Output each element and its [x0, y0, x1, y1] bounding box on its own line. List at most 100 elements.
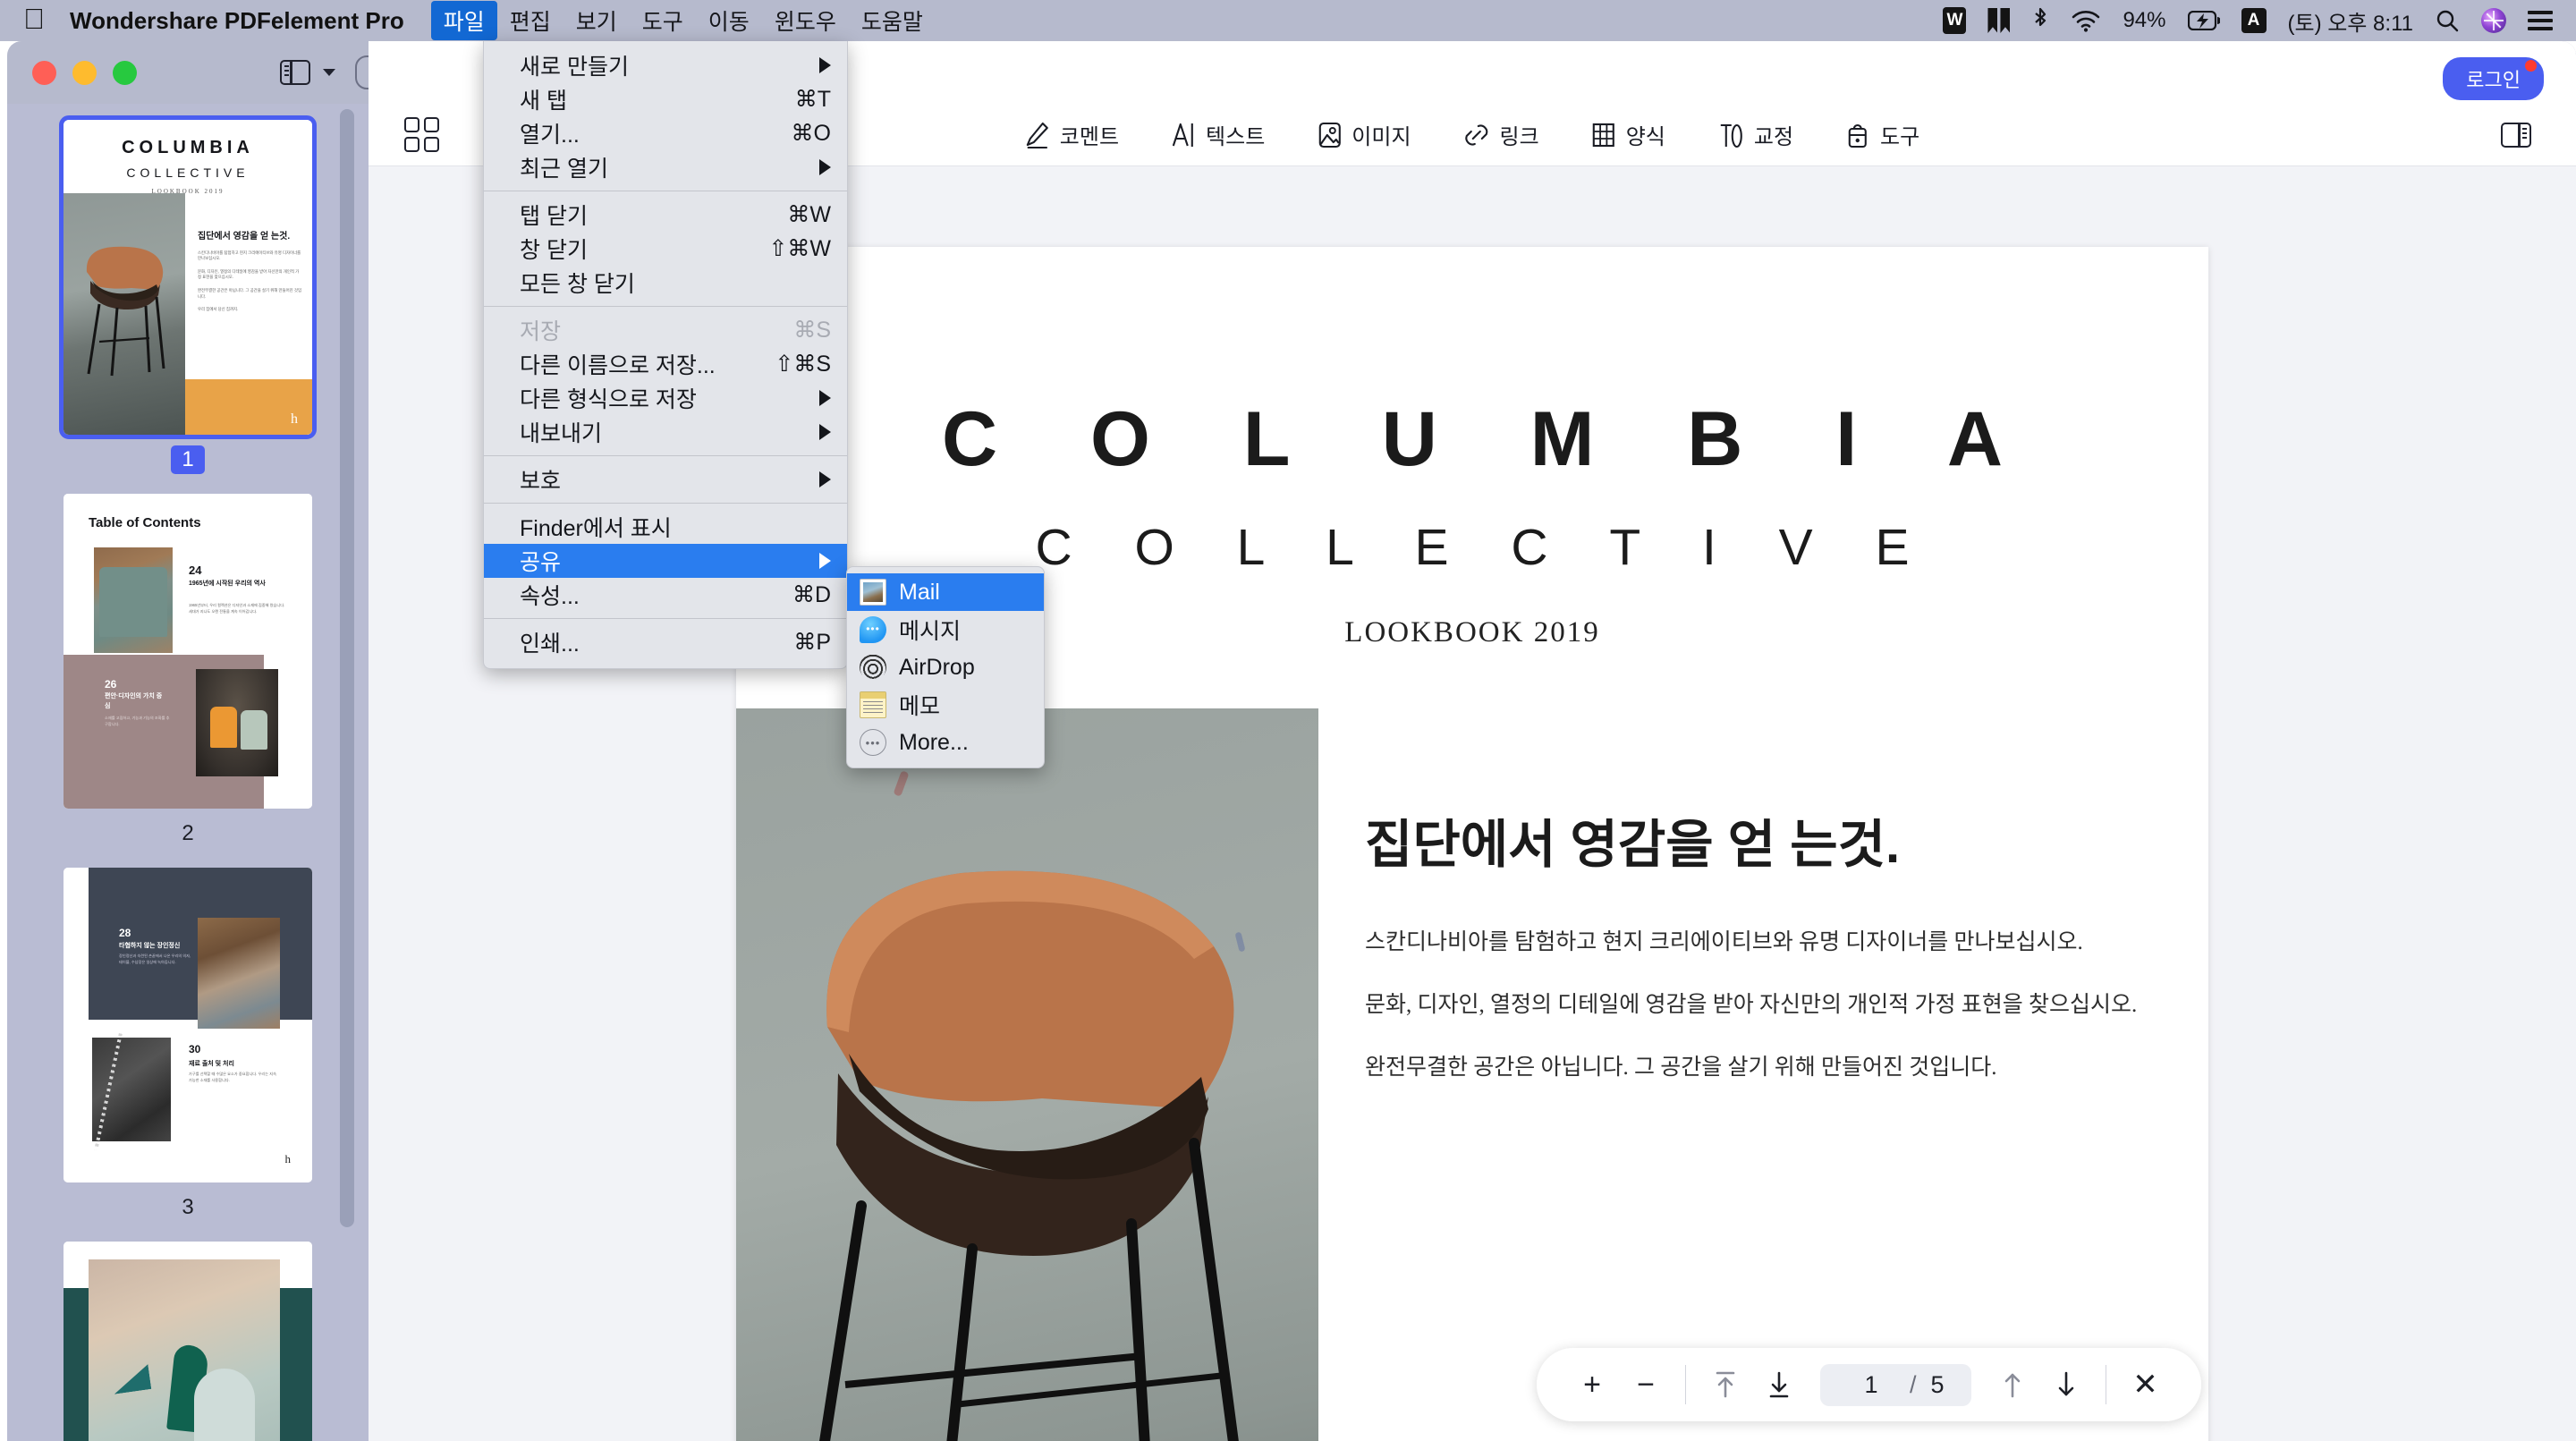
menu-item-show-in-finder[interactable]: Finder에서 표시: [484, 510, 847, 544]
thumb3-entry2-body: 가구를 선택할 때 수많은 요소가 중요합니다. 우리는 지속가능한 소재를 사…: [189, 1072, 276, 1082]
thumbnail-page-number-1: 1: [171, 445, 205, 474]
zoom-in-button[interactable]: +: [1567, 1360, 1617, 1410]
toolbar-text-button[interactable]: 텍스트: [1171, 119, 1265, 150]
thumb3-entry2-number: 30: [189, 1043, 201, 1055]
thumb1-para3: 완전무결한 공간은 아닙니다. 그 공간을 살기 위해 만들어진 것입니다.: [198, 287, 302, 299]
toolbar-comment-button[interactable]: 코멘트: [1025, 119, 1119, 150]
share-item-label: 메모: [899, 694, 941, 719]
menu-item-open-recent[interactable]: 최근 열기: [484, 150, 847, 184]
toolbar-image-label: 이미지: [1352, 125, 1411, 149]
thumb2-entry1-body: 1965년부터, 우리 컬렉션은 디자인과 소재에 집중해 왔습니다. 세대가 …: [189, 603, 285, 614]
menubar-item-help[interactable]: 도움말: [849, 1, 936, 40]
list-item[interactable]: COLUMBIA COLLECTIVE LOOKBOOK 2019 집단에서 영…: [7, 104, 369, 494]
menu-item-label: 탭 닫기: [520, 204, 588, 229]
comment-pen-icon: [1026, 122, 1048, 148]
search-icon[interactable]: [2435, 8, 2460, 33]
minimize-window-button[interactable]: [72, 60, 97, 85]
toolbar-form-button[interactable]: 양식: [1591, 119, 1665, 150]
battery-charging-icon[interactable]: [2187, 11, 2220, 30]
thumbnail-scrollbar[interactable]: [340, 109, 354, 1227]
apple-logo-icon[interactable]: : [23, 4, 45, 33]
menubar-item-file[interactable]: 파일: [430, 1, 497, 40]
wps-office-icon[interactable]: W: [1943, 7, 1967, 34]
menubar-item-edit[interactable]: 편집: [497, 1, 564, 40]
menu-item-protect[interactable]: 보호: [484, 462, 847, 496]
last-page-button[interactable]: [1754, 1360, 1804, 1410]
thumb1-title-line2: COLLECTIVE: [126, 165, 250, 180]
menu-item-export[interactable]: 내보내기: [484, 415, 847, 449]
share-item-more[interactable]: More...: [847, 724, 1044, 761]
share-item-airdrop[interactable]: AirDrop: [847, 648, 1044, 686]
menu-item-new-tab[interactable]: 새 탭 ⌘T: [484, 82, 847, 116]
menu-item-properties[interactable]: 속성... ⌘D: [484, 578, 847, 612]
toolbar-link-label: 링크: [1499, 125, 1539, 149]
share-item-notes[interactable]: 메모: [847, 686, 1044, 724]
menubar-item-tools[interactable]: 도구: [630, 1, 696, 40]
menu-item-label: 인쇄...: [520, 631, 580, 657]
menu-item-label: 창 닫기: [520, 238, 588, 263]
menu-item-close-all-windows[interactable]: 모든 창 닫기: [484, 266, 847, 300]
bluetooth-icon[interactable]: [2031, 7, 2049, 34]
thumbnail-page-2[interactable]: Table of Contents 24 1965년에 시작된 우리의 역사 1…: [64, 494, 312, 809]
menu-item-save-as[interactable]: 다른 이름으로 저장... ⇧⌘S: [484, 347, 847, 381]
share-item-messages[interactable]: 메시지: [847, 611, 1044, 648]
menu-item-share[interactable]: 공유: [484, 544, 847, 578]
thumb3-entry1-number: 28: [119, 927, 131, 939]
share-submenu[interactable]: Mail 메시지 AirDrop 메모 More...: [846, 566, 1045, 768]
page-number-field[interactable]: / 5: [1820, 1363, 1971, 1406]
wifi-icon[interactable]: [2071, 9, 2101, 32]
bookmarks-icon[interactable]: [1987, 8, 2011, 33]
menubar-item-view[interactable]: 보기: [564, 1, 630, 40]
close-window-button[interactable]: [32, 60, 56, 85]
share-item-mail[interactable]: Mail: [847, 573, 1044, 611]
more-icon: [860, 729, 886, 756]
thumbnail-page-1[interactable]: COLUMBIA COLLECTIVE LOOKBOOK 2019 집단에서 영…: [59, 115, 317, 439]
grid-view-button[interactable]: [404, 117, 440, 152]
chevron-right-icon: [819, 471, 831, 487]
list-item[interactable]: 4: [7, 1242, 369, 1441]
menu-item-open[interactable]: 열기... ⌘O: [484, 116, 847, 150]
toolbar-redact-label: 교정: [1753, 125, 1794, 149]
control-center-icon[interactable]: [2528, 11, 2553, 30]
menu-item-label: 보호: [520, 469, 562, 494]
input-source-icon[interactable]: A: [2241, 8, 2267, 33]
prev-page-button[interactable]: [1987, 1360, 2038, 1410]
menu-item-close-window[interactable]: 창 닫기 ⇧⌘W: [484, 232, 847, 266]
file-menu-dropdown[interactable]: 새로 만들기 새 탭 ⌘T 열기... ⌘O 최근 열기 탭 닫기 ⌘W 창 닫…: [483, 41, 848, 669]
next-page-button[interactable]: [2041, 1360, 2091, 1410]
document-page: C O L U M B I A C O L L E C T I V E LOOK…: [736, 247, 2208, 1441]
zoom-out-button[interactable]: −: [1621, 1360, 1671, 1410]
menu-item-print[interactable]: 인쇄... ⌘P: [484, 625, 847, 659]
menu-item-label: 새 탭: [520, 89, 567, 114]
thumbnail-page-4[interactable]: [64, 1242, 312, 1441]
menu-item-save-as-other[interactable]: 다른 형식으로 저장: [484, 381, 847, 415]
toolbar-image-button[interactable]: 이미지: [1317, 119, 1411, 150]
thumbnail-page-3[interactable]: 28 타협하지 않는 장인정신 장인정신과 숙련된 손끝에서 나온 우리의 의자…: [64, 868, 312, 1182]
sidebar-toggle-button[interactable]: [280, 60, 335, 85]
mail-icon: [860, 579, 886, 606]
first-page-button[interactable]: [1700, 1360, 1750, 1410]
toolbar-link-button[interactable]: 링크: [1463, 119, 1539, 150]
document-para1: 스칸디나비아를 탐험하고 현지 크리에이티브와 유명 디자이너를 만나보십시오.: [1365, 930, 2083, 955]
menu-item-new[interactable]: 새로 만들기: [484, 48, 847, 82]
total-pages-label: 5: [1930, 1370, 1945, 1398]
battery-percent-label: 94%: [2123, 8, 2166, 32]
list-item[interactable]: Table of Contents 24 1965년에 시작된 우리의 역사 1…: [7, 494, 369, 868]
siri-icon[interactable]: [2481, 8, 2506, 33]
maximize-window-button[interactable]: [113, 60, 137, 85]
menubar-clock[interactable]: (토) 오후 8:11: [2288, 5, 2414, 37]
current-page-input[interactable]: [1847, 1370, 1895, 1399]
right-panel-toggle-button[interactable]: [2501, 122, 2531, 148]
menubar-item-go[interactable]: 이동: [696, 1, 762, 40]
thumbnail-sidebar[interactable]: COLUMBIA COLLECTIVE LOOKBOOK 2019 집단에서 영…: [7, 104, 369, 1441]
menu-item-label: 최근 열기: [520, 157, 608, 182]
menubar-item-window[interactable]: 윈도우: [762, 1, 849, 40]
menu-item-label: 다른 이름으로 저장...: [520, 353, 716, 378]
close-navbar-button[interactable]: ✕: [2121, 1360, 2171, 1410]
share-item-label: More...: [899, 729, 969, 755]
list-item[interactable]: 28 타협하지 않는 장인정신 장인정신과 숙련된 손끝에서 나온 우리의 의자…: [7, 868, 369, 1242]
toolbar-redact-button[interactable]: 교정: [1717, 119, 1793, 150]
toolbar-tools-button[interactable]: 도구: [1845, 119, 1919, 150]
menu-item-close-tab[interactable]: 탭 닫기 ⌘W: [484, 198, 847, 232]
menu-divider: [484, 455, 847, 456]
